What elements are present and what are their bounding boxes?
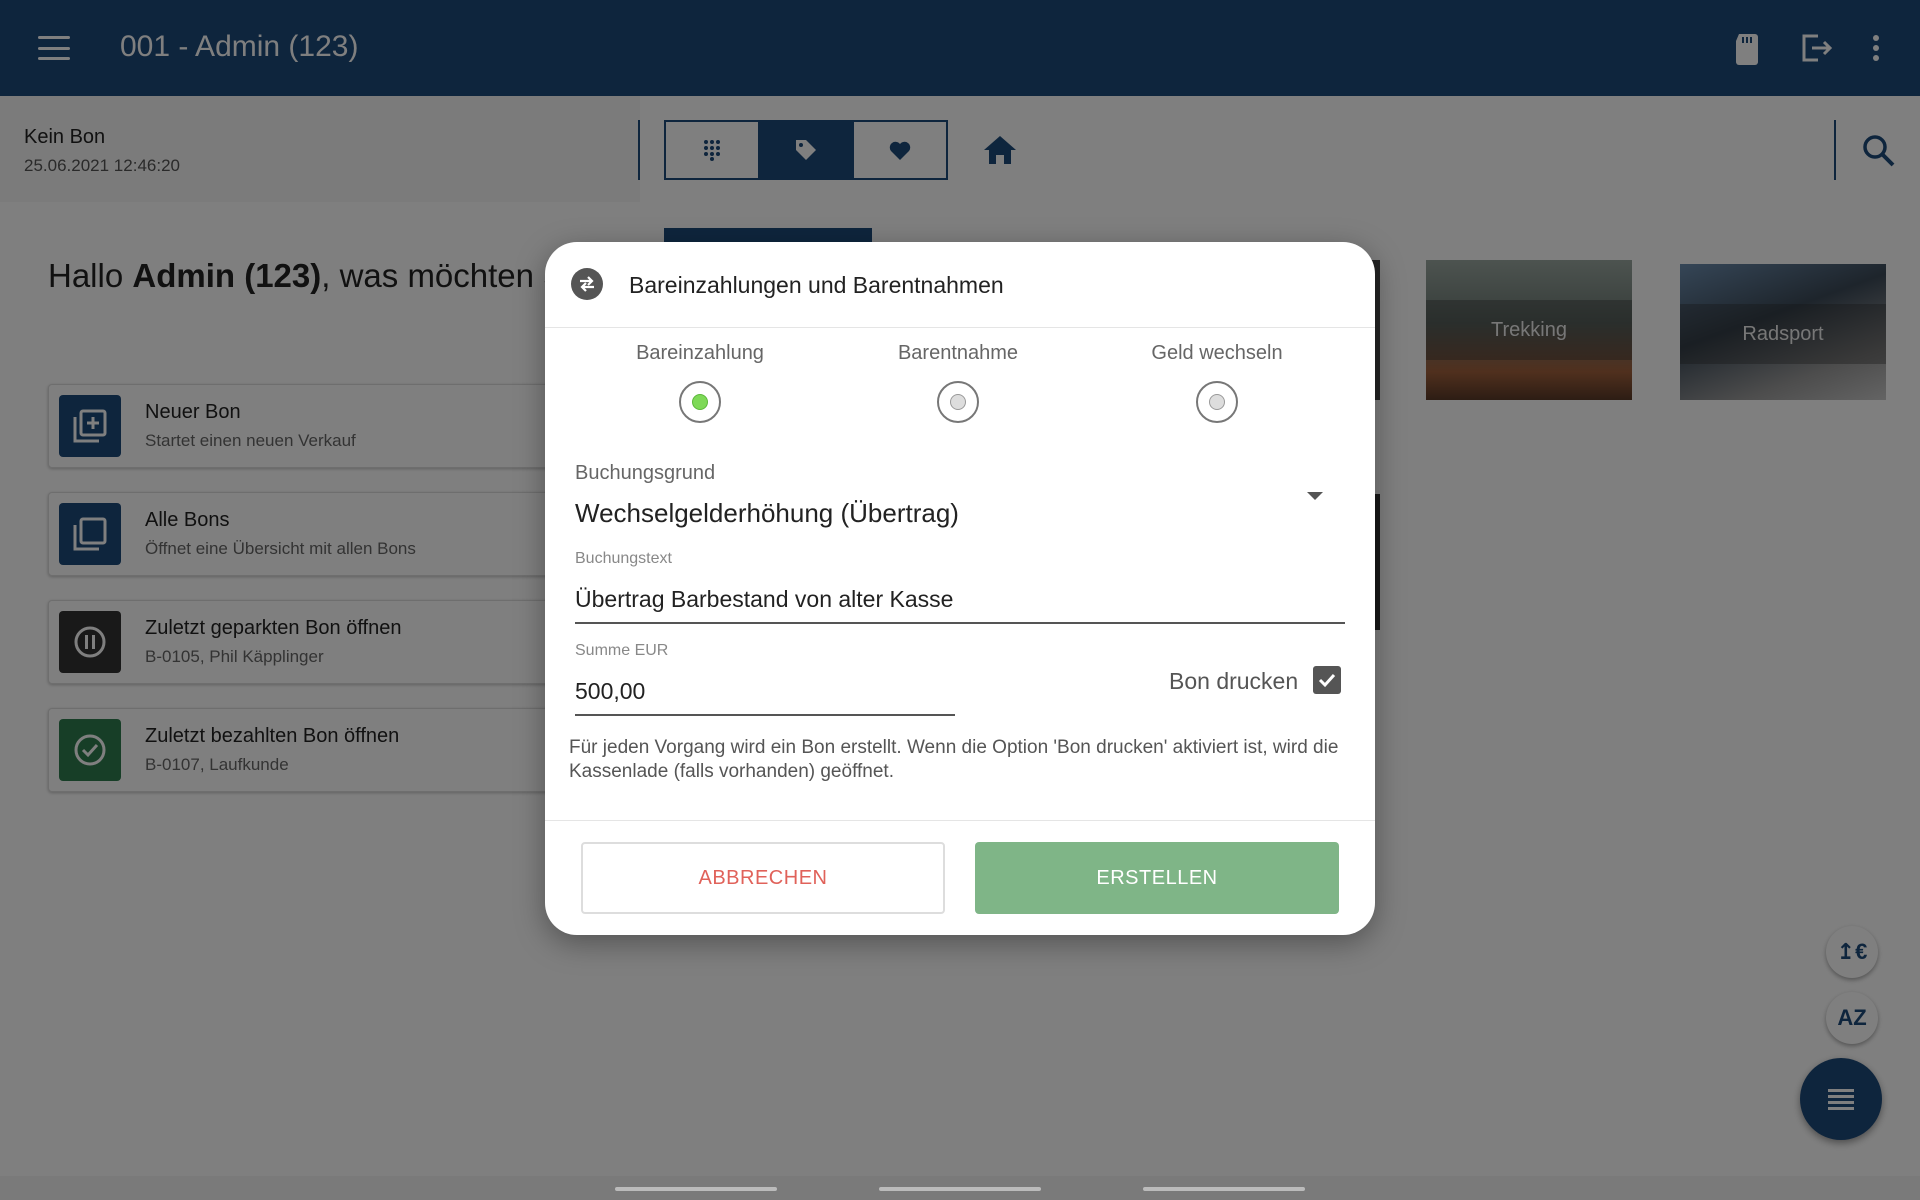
reason-select[interactable]: Wechselgelderhöhung (Übertrag) — [575, 498, 959, 529]
radio-geld-wechseln[interactable]: Geld wechseln — [1107, 342, 1327, 423]
booking-text-input[interactable]: Übertrag Barbestand von alter Kasse — [575, 582, 1345, 624]
sum-input[interactable]: 500,00 — [575, 674, 955, 716]
radio-circle[interactable] — [679, 381, 721, 423]
nav-pill[interactable] — [1143, 1187, 1305, 1191]
radio-barentnahme[interactable]: Barentnahme — [848, 342, 1068, 423]
check-icon — [1318, 673, 1336, 688]
system-nav-bar — [0, 1176, 1920, 1200]
dialog-title: Bareinzahlungen und Barentnahmen — [629, 272, 1004, 298]
chevron-down-icon[interactable] — [1307, 492, 1323, 500]
radio-circle[interactable] — [937, 381, 979, 423]
dialog-header: Bareinzahlungen und Barentnahmen — [545, 242, 1375, 328]
radio-circle[interactable] — [1196, 381, 1238, 423]
reason-label: Buchungsgrund — [575, 462, 716, 484]
swap-icon — [571, 268, 603, 300]
print-label: Bon drucken — [1169, 668, 1299, 694]
cash-dialog: Bareinzahlungen und Barentnahmen Bareinz… — [545, 242, 1375, 935]
nav-pill[interactable] — [879, 1187, 1041, 1191]
sum-label: Summe EUR — [575, 642, 669, 659]
radio-bareinzahlung[interactable]: Bareinzahlung — [590, 342, 810, 423]
radio-label: Geld wechseln — [1151, 342, 1283, 364]
print-checkbox[interactable] — [1313, 666, 1341, 694]
transaction-type-group: Bareinzahlung Barentnahme Geld wechseln — [545, 342, 1375, 432]
dialog-footer-divider — [545, 820, 1375, 821]
info-text: Für jeden Vorgang wird ein Bon erstellt.… — [569, 737, 1339, 782]
radio-label: Barentnahme — [897, 342, 1019, 364]
radio-label: Bareinzahlung — [636, 342, 764, 364]
nav-pill[interactable] — [615, 1187, 777, 1191]
create-button[interactable]: ERSTELLEN — [975, 842, 1339, 914]
text-label: Buchungstext — [575, 550, 672, 567]
cancel-button[interactable]: ABBRECHEN — [581, 842, 945, 914]
